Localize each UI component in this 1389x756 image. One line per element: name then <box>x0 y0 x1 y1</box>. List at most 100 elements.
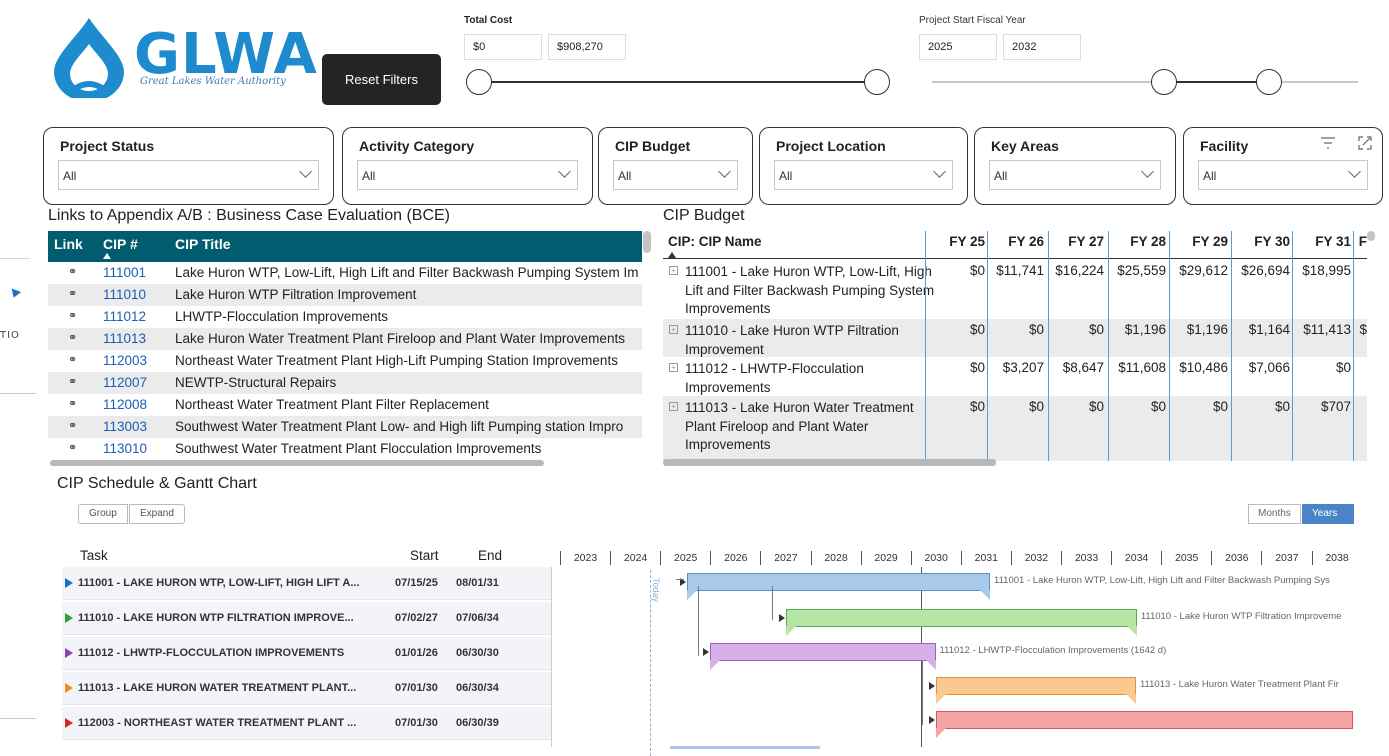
link-icon[interactable]: ⚭ <box>68 287 77 300</box>
table-row[interactable]: ⚭ 112008 Northeast Water Treatment Plant F… <box>48 394 642 416</box>
key-areas-dropdown[interactable]: All <box>989 160 1161 190</box>
total-cost-slider-track[interactable] <box>480 81 875 83</box>
gantt-bar[interactable] <box>935 677 1136 704</box>
column-header-fy[interactable]: FY 28 <box>1110 234 1166 249</box>
left-panel-text: TIO <box>0 330 20 341</box>
cip-title: Northeast Water Treatment Plant Filter R… <box>175 397 489 412</box>
column-header-cip-title[interactable]: CIP Title <box>175 236 231 252</box>
column-header-cip-name[interactable]: CIP: CIP Name <box>668 234 762 249</box>
link-icon[interactable]: ⚭ <box>68 397 77 410</box>
year-label: 2036 <box>1211 551 1261 565</box>
gantt-bar-end-notch <box>980 590 990 600</box>
link-icon[interactable]: ⚭ <box>68 419 77 432</box>
cip-name: 111001 - Lake Huron WTP, Low-Lift, High … <box>685 264 935 316</box>
budget-value: $11,413 <box>1303 322 1351 337</box>
table-row[interactable]: ⚭ 111012 LHWTP-Flocculation Improvements <box>48 306 642 328</box>
activity-category-dropdown[interactable]: All <box>357 160 578 190</box>
gantt-bar[interactable] <box>710 643 936 670</box>
total-cost-max-handle[interactable] <box>864 69 890 95</box>
link-icon[interactable]: ⚭ <box>68 353 77 366</box>
column-header-fy[interactable]: FY 26 <box>988 234 1044 249</box>
budget-value: $0 <box>1274 399 1290 414</box>
matrix-row[interactable]: +111013 - Lake Huron Water Treatment Pla… <box>663 396 1367 461</box>
project-location-dropdown[interactable]: All <box>774 160 953 190</box>
matrix-vertical-scrollbar[interactable] <box>1367 231 1375 241</box>
cip-number-link[interactable]: 111012 <box>103 309 146 324</box>
cip-number-link[interactable]: 112008 <box>103 397 147 412</box>
table-row[interactable]: ⚭ 112007 NEWTP-Structural Repairs <box>48 372 642 394</box>
expand-row-icon[interactable]: + <box>669 325 678 334</box>
years-view-toggle[interactable]: Years <box>1302 504 1354 524</box>
link-icon[interactable]: ⚭ <box>68 441 77 454</box>
focus-mode-icon[interactable] <box>1358 136 1372 150</box>
bce-horizontal-scrollbar[interactable] <box>50 460 544 466</box>
link-icon[interactable]: ⚭ <box>68 265 77 278</box>
matrix-row[interactable]: +111012 - LHWTP-Flocculation Improvement… <box>663 357 1367 396</box>
project-status-dropdown[interactable]: All <box>58 160 319 190</box>
table-row[interactable]: ⚭ 111013 Lake Huron Water Treatment Plant … <box>48 328 642 350</box>
total-cost-max-input[interactable]: $908,270 <box>548 34 626 60</box>
gantt-bar[interactable] <box>935 711 1353 738</box>
total-cost-min-handle[interactable] <box>466 69 492 95</box>
start-year-max-handle[interactable] <box>1256 69 1282 95</box>
task-start: 07/01/30 <box>395 682 438 694</box>
table-row[interactable]: ⚭ 113010 Southwest Water Treatment Plant F… <box>48 438 642 460</box>
start-year-min-input[interactable]: 2025 <box>919 34 997 60</box>
gantt-task-row[interactable]: 111013 - LAKE HURON WATER TREATMENT PLAN… <box>62 672 551 705</box>
column-header-fy[interactable]: FY 31 <box>1296 234 1351 249</box>
matrix-row[interactable]: +111010 - Lake Huron WTP Filtration Impr… <box>663 319 1367 357</box>
cip-number-link[interactable]: 112003 <box>103 353 147 368</box>
table-row[interactable]: ⚭ 112003 Northeast Water Treatment Plant H… <box>48 350 642 372</box>
months-view-toggle[interactable]: Months <box>1248 504 1301 524</box>
reset-filters-button[interactable]: Reset Filters <box>322 54 441 105</box>
expand-button[interactable]: Expand <box>129 504 185 524</box>
matrix-horizontal-scrollbar[interactable] <box>663 459 996 466</box>
column-header-fy[interactable]: FY 25 <box>925 234 985 249</box>
expand-row-icon[interactable]: + <box>669 402 678 411</box>
expand-row-icon[interactable]: + <box>669 363 678 372</box>
gantt-bar[interactable] <box>785 609 1137 636</box>
table-row[interactable]: ⚭ 111010 Lake Huron WTP Filtration Improve… <box>48 284 642 306</box>
column-header-fy[interactable]: FY 27 <box>1050 234 1104 249</box>
cip-budget-dropdown[interactable]: All <box>613 160 738 190</box>
gantt-bar-end-notch <box>1125 694 1136 704</box>
group-button[interactable]: Group <box>78 504 128 524</box>
column-header-fy[interactable]: FY 29 <box>1172 234 1228 249</box>
link-icon[interactable]: ⚭ <box>68 375 77 388</box>
column-header-link[interactable]: Link <box>54 236 83 252</box>
budget-value: $0 <box>969 263 985 278</box>
cip-number-link[interactable]: 111013 <box>103 331 146 346</box>
link-icon[interactable]: ⚭ <box>68 309 77 322</box>
left-panel-divider <box>0 393 36 394</box>
column-header-cip-number[interactable]: CIP # <box>103 236 138 252</box>
gantt-task-row[interactable]: 111012 - LHWTP-FLOCCULATION IMPROVEMENTS… <box>62 637 551 670</box>
cip-number-link[interactable]: 111010 <box>103 287 146 302</box>
start-year-max-input[interactable]: 2032 <box>1003 34 1081 60</box>
total-cost-min-input[interactable]: $0 <box>464 34 542 60</box>
gantt-task-row[interactable]: 111001 - LAKE HURON WTP, LOW-LIFT, HIGH … <box>62 567 551 600</box>
task-play-icon <box>65 683 73 693</box>
table-row[interactable]: ⚭ 111001 Lake Huron WTP, Low-Lift, High Li… <box>48 262 642 284</box>
link-icon[interactable]: ⚭ <box>68 331 77 344</box>
column-header-fy[interactable]: FY 30 <box>1234 234 1290 249</box>
cip-number-link[interactable]: 113010 <box>103 441 147 456</box>
task-name: 111010 - LAKE HURON WTP FILTRATION IMPRO… <box>78 612 354 624</box>
matrix-row[interactable]: +111001 - Lake Huron WTP, Low-Lift, High… <box>663 260 1367 319</box>
gantt-bar[interactable] <box>687 573 990 600</box>
bce-vertical-scrollbar[interactable] <box>643 231 651 253</box>
cip-number-link[interactable]: 113003 <box>103 419 147 434</box>
start-year-slider-track[interactable] <box>932 81 1358 83</box>
table-row[interactable]: ⚭ 113003 Southwest Water Treatment Plant L… <box>48 416 642 438</box>
start-year-slider-range[interactable] <box>1164 81 1270 83</box>
budget-value: $0 <box>1088 399 1104 414</box>
start-year-min-handle[interactable] <box>1151 69 1177 95</box>
gantt-task-row[interactable]: 112003 - NORTHEAST WATER TREATMENT PLANT… <box>62 707 551 740</box>
expand-row-icon[interactable]: + <box>669 266 678 275</box>
gantt-bar-label: 111013 - Lake Huron Water Treatment Plan… <box>1139 679 1339 690</box>
gantt-task-row[interactable]: 111010 - LAKE HURON WTP FILTRATION IMPRO… <box>62 602 551 635</box>
cip-number-link[interactable]: 111001 <box>103 265 146 280</box>
cip-number-link[interactable]: 112007 <box>103 375 147 390</box>
facility-dropdown[interactable]: All <box>1198 160 1368 190</box>
filter-icon[interactable] <box>1320 136 1336 150</box>
column-header-fy[interactable]: F <box>1355 234 1367 249</box>
